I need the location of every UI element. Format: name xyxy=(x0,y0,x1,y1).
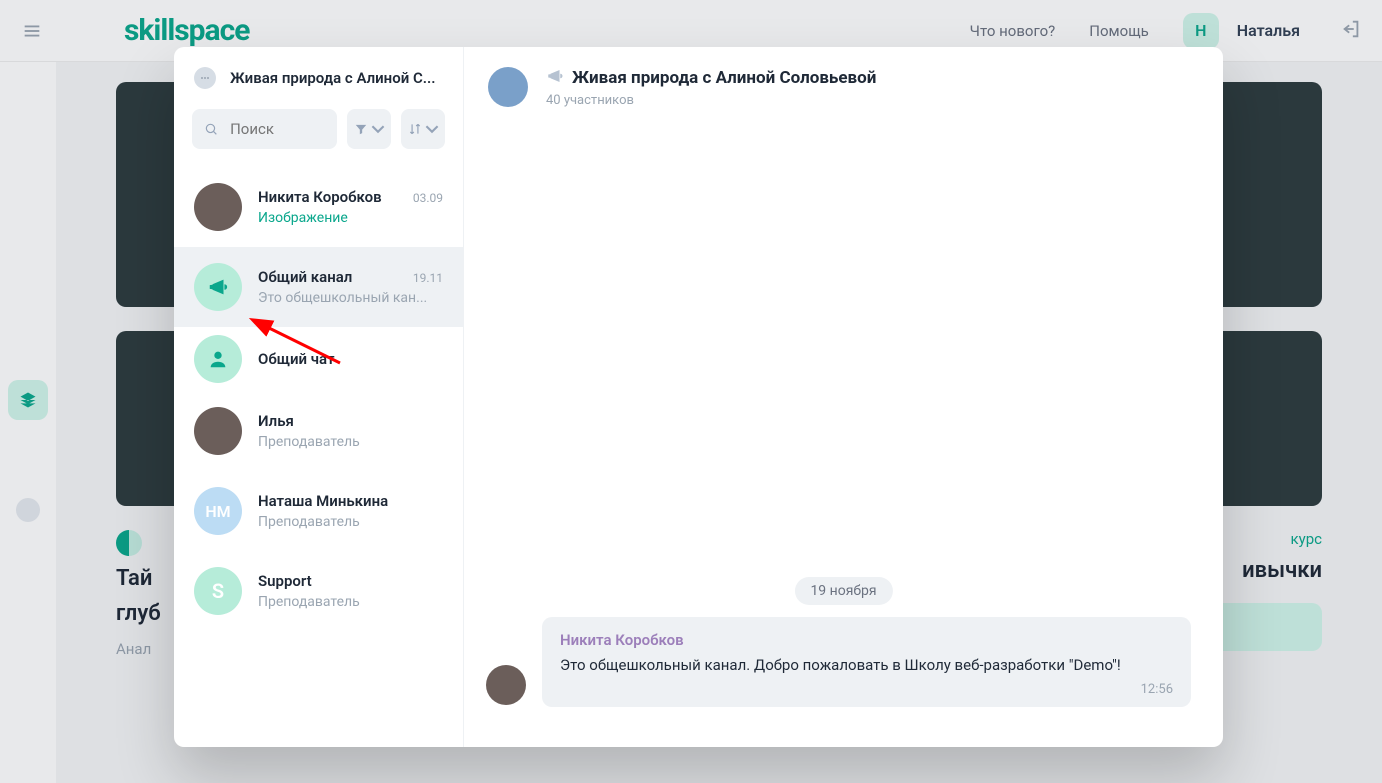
message-text: Это общешкольный канал. Добро пожаловать… xyxy=(560,655,1173,676)
chat-list: Никита Коробков 03.09 Изображение Общий кан… xyxy=(174,167,463,631)
chat-preview: Это общешкольный кан... xyxy=(258,290,443,306)
back-icon[interactable] xyxy=(194,67,216,89)
megaphone-icon xyxy=(546,67,564,89)
message-row: Никита Коробков Это общешкольный канал. … xyxy=(486,617,1191,707)
chevron-down-icon xyxy=(425,122,439,136)
chat-avatar xyxy=(194,263,242,311)
search-input-wrap[interactable] xyxy=(192,109,337,149)
chat-list-item[interactable]: S Support Преподаватель xyxy=(174,551,463,631)
date-pill: 19 ноября xyxy=(794,577,892,605)
chat-name: Общий канал xyxy=(258,268,352,286)
search-input[interactable] xyxy=(230,120,325,138)
chat-modal: Живая природа с Алиной С... Никита Короб… xyxy=(174,47,1223,747)
chat-name: Support xyxy=(258,572,312,590)
filter-icon xyxy=(354,122,368,136)
chat-list-item[interactable]: Никита Коробков 03.09 Изображение xyxy=(174,167,463,247)
message-author: Никита Коробков xyxy=(560,631,1173,649)
chat-preview: Преподаватель xyxy=(258,434,443,450)
search-row xyxy=(174,109,463,167)
chat-list-item[interactable]: Общий чат xyxy=(174,327,463,391)
chat-avatar xyxy=(194,183,242,231)
chat-avatar: НМ xyxy=(194,487,242,535)
chat-name: Наташа Минькина xyxy=(258,492,388,510)
filter-button[interactable] xyxy=(347,109,391,149)
chat-sidebar: Живая природа с Алиной С... Никита Короб… xyxy=(174,47,464,747)
chat-name: Илья xyxy=(258,412,294,430)
chat-avatar xyxy=(194,407,242,455)
sidebar-title: Живая природа с Алиной С... xyxy=(230,69,436,87)
chat-list-item[interactable]: Илья Преподаватель xyxy=(174,391,463,471)
sort-button[interactable] xyxy=(401,109,445,149)
search-icon xyxy=(204,120,218,138)
sort-icon xyxy=(408,122,422,136)
participants-count: 40 участников xyxy=(546,93,876,108)
sidebar-header[interactable]: Живая природа с Алиной С... xyxy=(174,47,463,109)
chat-list-item[interactable]: НМ Наташа Минькина Преподаватель xyxy=(174,471,463,551)
channel-title: Живая природа с Алиной Соловьевой xyxy=(572,68,876,88)
messages-area[interactable]: 19 ноября Никита Коробков Это общешкольн… xyxy=(464,127,1223,747)
chat-avatar xyxy=(194,335,242,383)
chat-header: Живая природа с Алиной Соловьевой 40 уча… xyxy=(464,47,1223,127)
chat-main: Живая природа с Алиной Соловьевой 40 уча… xyxy=(464,47,1223,747)
chat-preview: Изображение xyxy=(258,210,443,226)
chat-avatar: S xyxy=(194,567,242,615)
channel-avatar[interactable] xyxy=(488,67,528,107)
chat-list-item[interactable]: Общий канал 19.11 Это общешкольный кан... xyxy=(174,247,463,327)
message-avatar[interactable] xyxy=(486,665,526,705)
message-time: 12:56 xyxy=(560,682,1173,697)
chat-date: 03.09 xyxy=(413,191,443,205)
chat-preview: Преподаватель xyxy=(258,594,443,610)
chevron-down-icon xyxy=(371,122,385,136)
chat-date: 19.11 xyxy=(413,271,443,285)
chat-preview: Преподаватель xyxy=(258,514,443,530)
chat-name: Никита Коробков xyxy=(258,188,382,206)
message-bubble[interactable]: Никита Коробков Это общешкольный канал. … xyxy=(542,617,1191,707)
chat-name: Общий чат xyxy=(258,350,335,368)
